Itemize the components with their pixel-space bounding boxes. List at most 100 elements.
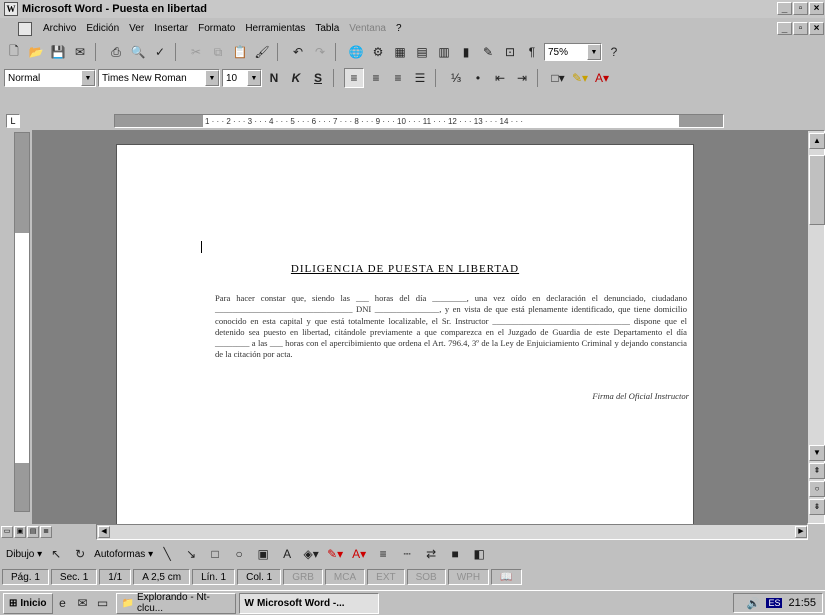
spelling-status-icon[interactable]: 📖: [491, 569, 522, 585]
browse-object-icon[interactable]: ○: [809, 481, 825, 497]
task-word[interactable]: W Microsoft Word -...: [238, 592, 379, 614]
horizontal-ruler[interactable]: 1 · · · 2 · · · 3 · · · 4 · · · 5 · · · …: [114, 114, 724, 128]
hyperlink-icon[interactable]: 🌐: [346, 42, 366, 62]
status-track[interactable]: MCA: [324, 569, 366, 585]
email-icon[interactable]: ✉: [70, 42, 90, 62]
fill-color-icon[interactable]: ◈▾: [301, 544, 321, 564]
font-color-icon[interactable]: A▾: [592, 68, 612, 88]
select-objects-icon[interactable]: ↖: [46, 544, 66, 564]
vertical-scrollbar[interactable]: ▲ ▼ ⇞ ○ ⇟: [807, 130, 825, 524]
chevron-down-icon[interactable]: ▼: [81, 70, 95, 86]
copy-icon[interactable]: ⧉: [208, 42, 228, 62]
style-select[interactable]: Normal ▼: [4, 69, 96, 87]
outline-view-icon[interactable]: ≣: [40, 526, 52, 538]
wordart-icon[interactable]: A: [277, 544, 297, 564]
status-ext[interactable]: EXT: [367, 569, 405, 585]
scroll-up-icon[interactable]: ▲: [809, 133, 825, 149]
status-wph[interactable]: WPH: [447, 569, 490, 585]
insert-excel-icon[interactable]: ▥: [434, 42, 454, 62]
arrow-style-icon[interactable]: ⇄: [421, 544, 441, 564]
format-painter-icon[interactable]: 🖌: [252, 42, 272, 62]
menu-help[interactable]: ?: [391, 23, 407, 34]
draw-menu-button[interactable]: Dibujo ▾: [6, 549, 42, 560]
undo-icon[interactable]: ↶: [288, 42, 308, 62]
status-rec[interactable]: GRB: [283, 569, 323, 585]
normal-view-icon[interactable]: ▭: [1, 526, 13, 538]
web-view-icon[interactable]: ▣: [14, 526, 26, 538]
shadow-icon[interactable]: ■: [445, 544, 465, 564]
line-color-icon[interactable]: ✎▾: [325, 544, 345, 564]
save-icon[interactable]: 💾: [48, 42, 68, 62]
help-icon[interactable]: ?: [604, 42, 624, 62]
desktop-icon[interactable]: ▭: [93, 593, 113, 613]
zoom-select[interactable]: 75% ▼: [544, 43, 602, 61]
outlook-icon[interactable]: ✉: [73, 593, 93, 613]
word-icon[interactable]: W: [4, 2, 18, 16]
free-rotate-icon[interactable]: ↻: [70, 544, 90, 564]
underline-button[interactable]: S: [308, 68, 328, 88]
italic-button[interactable]: K: [286, 68, 306, 88]
doc-restore-button[interactable]: ▫: [793, 22, 808, 35]
redo-icon[interactable]: ↷: [310, 42, 330, 62]
menu-edicion[interactable]: Edición: [81, 23, 124, 34]
increase-indent-icon[interactable]: ⇥: [512, 68, 532, 88]
font-select[interactable]: Times New Roman ▼: [98, 69, 220, 87]
menu-tabla[interactable]: Tabla: [310, 23, 344, 34]
justify-icon[interactable]: ☰: [410, 68, 430, 88]
speaker-icon[interactable]: 🔊: [747, 597, 761, 610]
3d-icon[interactable]: ◧: [469, 544, 489, 564]
open-folder-icon[interactable]: 📂: [26, 42, 46, 62]
autoshapes-button[interactable]: Autoformas ▾: [94, 549, 153, 560]
align-right-icon[interactable]: ≡: [388, 68, 408, 88]
print-preview-icon[interactable]: 🔍: [128, 42, 148, 62]
bullets-icon[interactable]: •: [468, 68, 488, 88]
new-document-icon[interactable]: 🗋: [4, 42, 24, 62]
spelling-icon[interactable]: ✓: [150, 42, 170, 62]
align-left-icon[interactable]: ≡: [344, 68, 364, 88]
drawing-icon[interactable]: ✎: [478, 42, 498, 62]
menu-formato[interactable]: Formato: [193, 23, 240, 34]
minimize-button[interactable]: _: [777, 2, 792, 15]
cut-icon[interactable]: ✂: [186, 42, 206, 62]
close-button[interactable]: ×: [809, 2, 824, 15]
chevron-down-icon[interactable]: ▼: [587, 44, 601, 60]
language-indicator[interactable]: ES: [766, 598, 783, 608]
bold-button[interactable]: N: [264, 68, 284, 88]
columns-icon[interactable]: ▮: [456, 42, 476, 62]
document-map-icon[interactable]: ⊡: [500, 42, 520, 62]
numbering-icon[interactable]: ⅓: [446, 68, 466, 88]
rectangle-icon[interactable]: □: [205, 544, 225, 564]
align-center-icon[interactable]: ≡: [366, 68, 386, 88]
scroll-left-icon[interactable]: ◀: [98, 526, 110, 538]
highlight-icon[interactable]: ✎▾: [570, 68, 590, 88]
decrease-indent-icon[interactable]: ⇤: [490, 68, 510, 88]
restore-button[interactable]: ▫: [793, 2, 808, 15]
document-page[interactable]: DILIGENCIA DE PUESTA EN LIBERTAD Para ha…: [116, 144, 694, 524]
menu-archivo[interactable]: Archivo: [38, 23, 81, 34]
ie-icon[interactable]: e: [53, 593, 73, 613]
text-box-icon[interactable]: ▣: [253, 544, 273, 564]
menu-herramientas[interactable]: Herramientas: [240, 23, 310, 34]
line-style-icon[interactable]: ≡: [373, 544, 393, 564]
insert-table-icon[interactable]: ▤: [412, 42, 432, 62]
previous-page-icon[interactable]: ⇞: [809, 463, 825, 479]
chevron-down-icon[interactable]: ▼: [205, 70, 219, 86]
tab-selector-icon[interactable]: L: [6, 114, 20, 128]
doc-minimize-button[interactable]: _: [777, 22, 792, 35]
next-page-icon[interactable]: ⇟: [809, 499, 825, 515]
arrow-icon[interactable]: ↘: [181, 544, 201, 564]
show-hide-icon[interactable]: ¶: [522, 42, 542, 62]
paste-icon[interactable]: 📋: [230, 42, 250, 62]
start-button[interactable]: ⊞ Inicio: [3, 592, 53, 614]
dash-style-icon[interactable]: ┄: [397, 544, 417, 564]
chevron-down-icon[interactable]: ▼: [247, 70, 261, 86]
draw-font-color-icon[interactable]: A▾: [349, 544, 369, 564]
scroll-down-icon[interactable]: ▼: [809, 445, 825, 461]
clock[interactable]: 21:55: [788, 597, 816, 609]
line-icon[interactable]: ╲: [157, 544, 177, 564]
tables-borders-icon[interactable]: ▦: [390, 42, 410, 62]
oval-icon[interactable]: ○: [229, 544, 249, 564]
print-icon[interactable]: ⎙: [106, 42, 126, 62]
document-icon[interactable]: [18, 21, 32, 36]
borders-icon[interactable]: □▾: [548, 68, 568, 88]
